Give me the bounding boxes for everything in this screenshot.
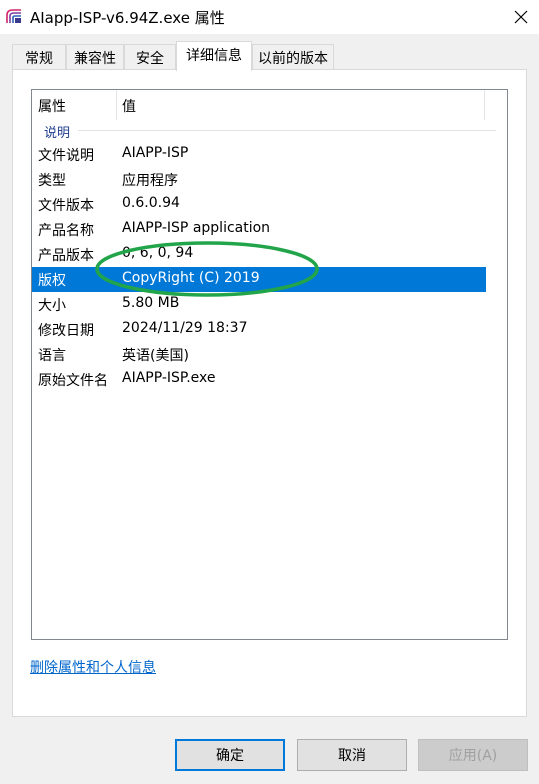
tab-details[interactable]: 详细信息 <box>176 41 252 71</box>
column-divider[interactable] <box>484 90 485 120</box>
title-bar: AIapp-ISP-v6.94Z.exe 属性 <box>0 0 539 34</box>
cancel-button[interactable]: 取消 <box>297 739 407 771</box>
property-value: 应用程序 <box>122 173 178 189</box>
property-name: 原始文件名 <box>38 373 108 389</box>
properties-dialog: AIapp-ISP-v6.94Z.exe 属性 常规 兼容性 安全 详细信息 以… <box>0 0 539 784</box>
property-value: 2024/11/29 18:37 <box>122 320 248 336</box>
group-label: 说明 <box>44 126 71 141</box>
details-panel: 属性 值 说明 文件说明 AIAPP-ISP 类型 应用程序 文件版本 0.6.… <box>12 69 527 717</box>
remove-properties-link[interactable]: 删除属性和个人信息 <box>30 657 156 677</box>
property-value: AIAPP-ISP application <box>122 220 271 236</box>
property-value: CopyRight (C) 2019 <box>122 270 260 286</box>
tab-security[interactable]: 安全 <box>124 44 176 70</box>
property-value: AIAPP-ISP.exe <box>122 370 216 386</box>
property-name: 产品名称 <box>38 223 94 239</box>
property-value: AIAPP-ISP <box>122 145 189 161</box>
list-item[interactable]: 类型 应用程序 <box>32 167 486 192</box>
list-item[interactable]: 产品名称 AIAPP-ISP application <box>32 217 486 242</box>
list-item[interactable]: 修改日期 2024/11/29 18:37 <box>32 317 486 342</box>
property-name: 语言 <box>38 348 66 364</box>
property-name: 大小 <box>38 298 66 314</box>
property-name: 文件版本 <box>38 198 94 214</box>
list-item[interactable]: 文件版本 0.6.0.94 <box>32 192 486 217</box>
list-item[interactable]: 大小 5.80 MB <box>32 292 486 317</box>
tab-general[interactable]: 常规 <box>12 44 66 70</box>
tab-previous-versions[interactable]: 以前的版本 <box>252 44 334 70</box>
window-title: AIapp-ISP-v6.94Z.exe 属性 <box>30 9 225 27</box>
apply-button[interactable]: 应用(A) <box>418 739 528 771</box>
column-header-value[interactable]: 值 <box>122 96 136 116</box>
list-item[interactable]: 产品版本 0, 6, 0, 94 <box>32 242 486 267</box>
group-header: 说明 <box>32 120 507 142</box>
property-name: 产品版本 <box>38 248 94 264</box>
property-name: 版权 <box>38 273 66 289</box>
close-button[interactable] <box>503 0 539 34</box>
tab-compatibility[interactable]: 兼容性 <box>66 44 124 70</box>
property-name: 修改日期 <box>38 323 94 339</box>
property-value: 英语(美国) <box>122 348 189 364</box>
details-list[interactable]: 属性 值 说明 文件说明 AIAPP-ISP 类型 应用程序 文件版本 0.6.… <box>31 89 508 640</box>
list-item[interactable]: 语言 英语(美国) <box>32 342 486 367</box>
close-icon <box>514 10 528 24</box>
app-icon <box>6 9 21 23</box>
property-name: 类型 <box>38 173 66 189</box>
column-divider[interactable] <box>116 90 117 120</box>
list-item[interactable]: 原始文件名 AIAPP-ISP.exe <box>32 367 486 392</box>
column-header-property[interactable]: 属性 <box>38 96 66 116</box>
list-header: 属性 值 <box>32 90 507 120</box>
group-divider <box>78 130 496 131</box>
property-value: 0.6.0.94 <box>122 195 180 211</box>
list-item-selected[interactable]: 版权 CopyRight (C) 2019 <box>32 267 486 292</box>
property-name: 文件说明 <box>38 148 94 164</box>
ok-button[interactable]: 确定 <box>175 739 285 771</box>
property-value: 0, 6, 0, 94 <box>122 245 194 261</box>
list-item[interactable]: 文件说明 AIAPP-ISP <box>32 142 486 167</box>
property-value: 5.80 MB <box>122 295 180 311</box>
